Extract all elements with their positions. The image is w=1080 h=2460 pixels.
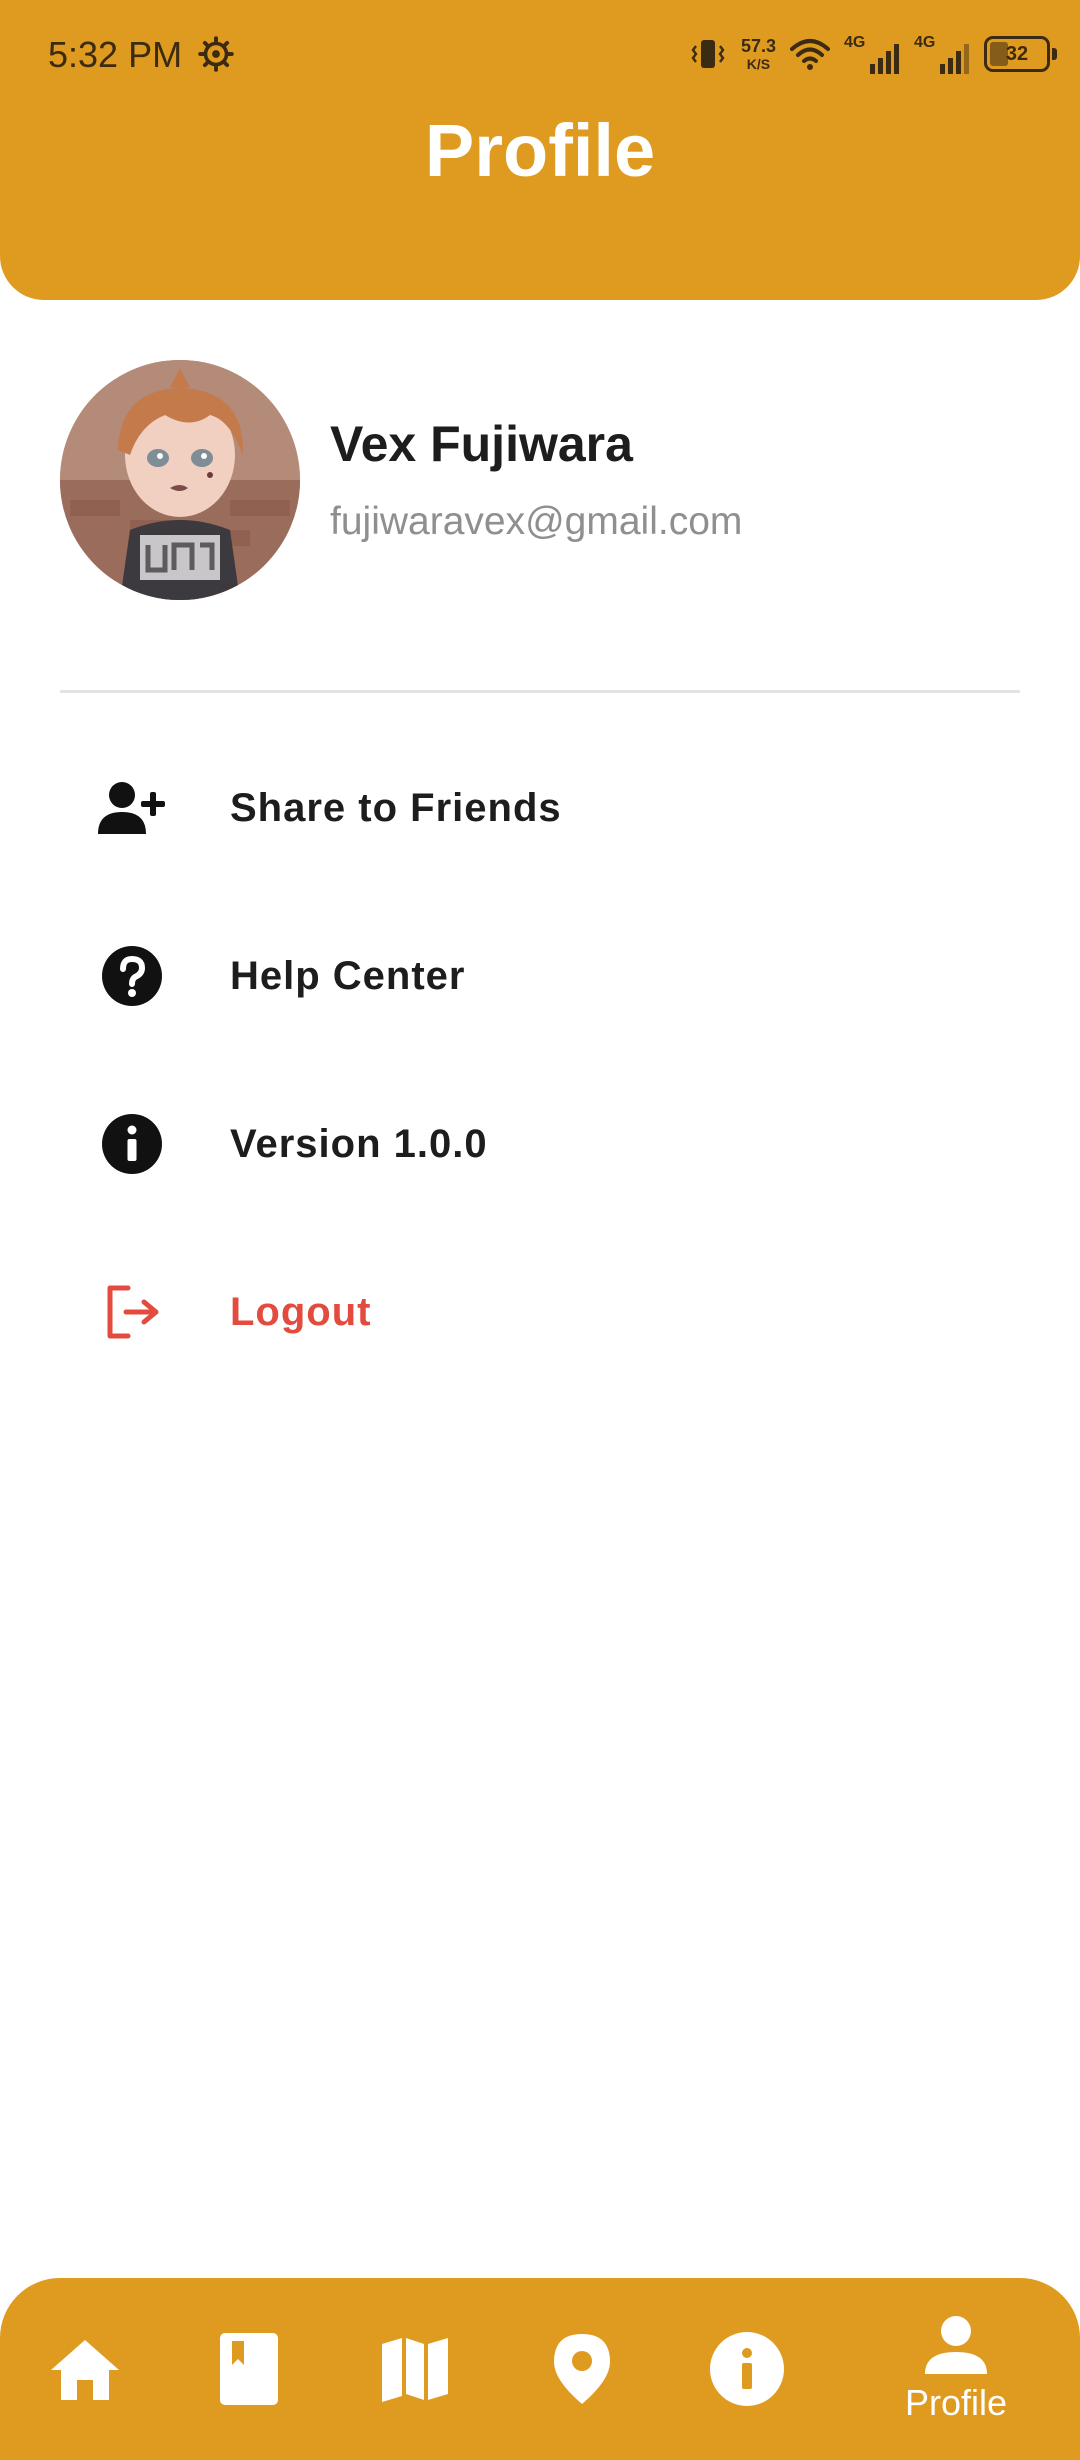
menu-item-share-to-friends[interactable]: Share to Friends	[60, 738, 1020, 878]
divider	[60, 690, 1020, 693]
nav-profile-label: Profile	[904, 2382, 1008, 2423]
map-icon	[382, 2338, 448, 2402]
menu-item-label: Share to Friends	[230, 785, 562, 830]
avatar[interactable]	[60, 360, 300, 600]
network-speed-value: 57.3	[740, 36, 776, 56]
avatar-image	[60, 360, 300, 600]
header-bar: 5:32 PM 57.3 K/S 4G 4G 32 Profile	[0, 0, 1080, 300]
menu-item-label: Version 1.0.0	[230, 1121, 488, 1166]
menu-item-help-center[interactable]: Help Center	[60, 906, 1020, 1046]
profile-screen: 5:32 PM 57.3 K/S 4G 4G 32 Profile Vex Fu…	[0, 0, 1080, 2460]
person-icon	[925, 2316, 987, 2374]
settings-gear-icon	[198, 36, 234, 72]
nav-book[interactable]	[164, 2278, 334, 2460]
menu-item-label: Logout	[230, 1289, 372, 1334]
cell-signal-1-tag: 4G	[844, 34, 866, 51]
signal-bars-icon	[940, 44, 969, 74]
cell-signal-1: 4G	[844, 34, 900, 74]
book-icon	[220, 2333, 278, 2405]
home-icon	[51, 2340, 119, 2400]
battery-level: 32	[1005, 42, 1029, 65]
cell-signal-2: 4G	[914, 34, 970, 74]
menu-item-label: Help Center	[230, 953, 466, 998]
status-icons: 57.3 K/S 4G 4G 32	[689, 30, 1057, 78]
menu-item-version[interactable]: Version 1.0.0	[60, 1074, 1020, 1214]
status-bar: 5:32 PM 57.3 K/S 4G 4G 32	[0, 0, 1080, 110]
vibrate-icon	[691, 40, 725, 68]
menu-item-logout[interactable]: Logout	[60, 1242, 1020, 1382]
nav-info[interactable]	[662, 2278, 832, 2460]
nav-location[interactable]	[497, 2278, 667, 2460]
status-time: 5:32 PM	[48, 34, 183, 75]
page-title: Profile	[424, 109, 656, 192]
signal-bars-icon	[870, 44, 899, 74]
bottom-nav: Profile	[0, 2278, 1080, 2460]
user-email: fujiwaravex@gmail.com	[330, 500, 743, 543]
cell-signal-2-tag: 4G	[914, 34, 936, 51]
nav-home[interactable]	[0, 2278, 170, 2460]
battery-icon: 32	[984, 36, 1057, 72]
user-name: Vex Fujiwara	[330, 416, 633, 472]
nav-profile[interactable]: Profile	[871, 2278, 1041, 2460]
location-pin-icon	[554, 2334, 610, 2404]
network-speed: 57.3 K/S	[741, 37, 776, 71]
add-user-icon	[98, 782, 165, 834]
info-icon	[710, 2332, 784, 2406]
wifi-icon	[790, 39, 830, 70]
network-speed-unit: K/S	[746, 56, 771, 72]
info-circle-icon	[102, 1114, 162, 1174]
nav-map[interactable]	[330, 2278, 500, 2460]
question-circle-icon	[102, 946, 162, 1006]
logout-icon	[107, 1285, 159, 1339]
